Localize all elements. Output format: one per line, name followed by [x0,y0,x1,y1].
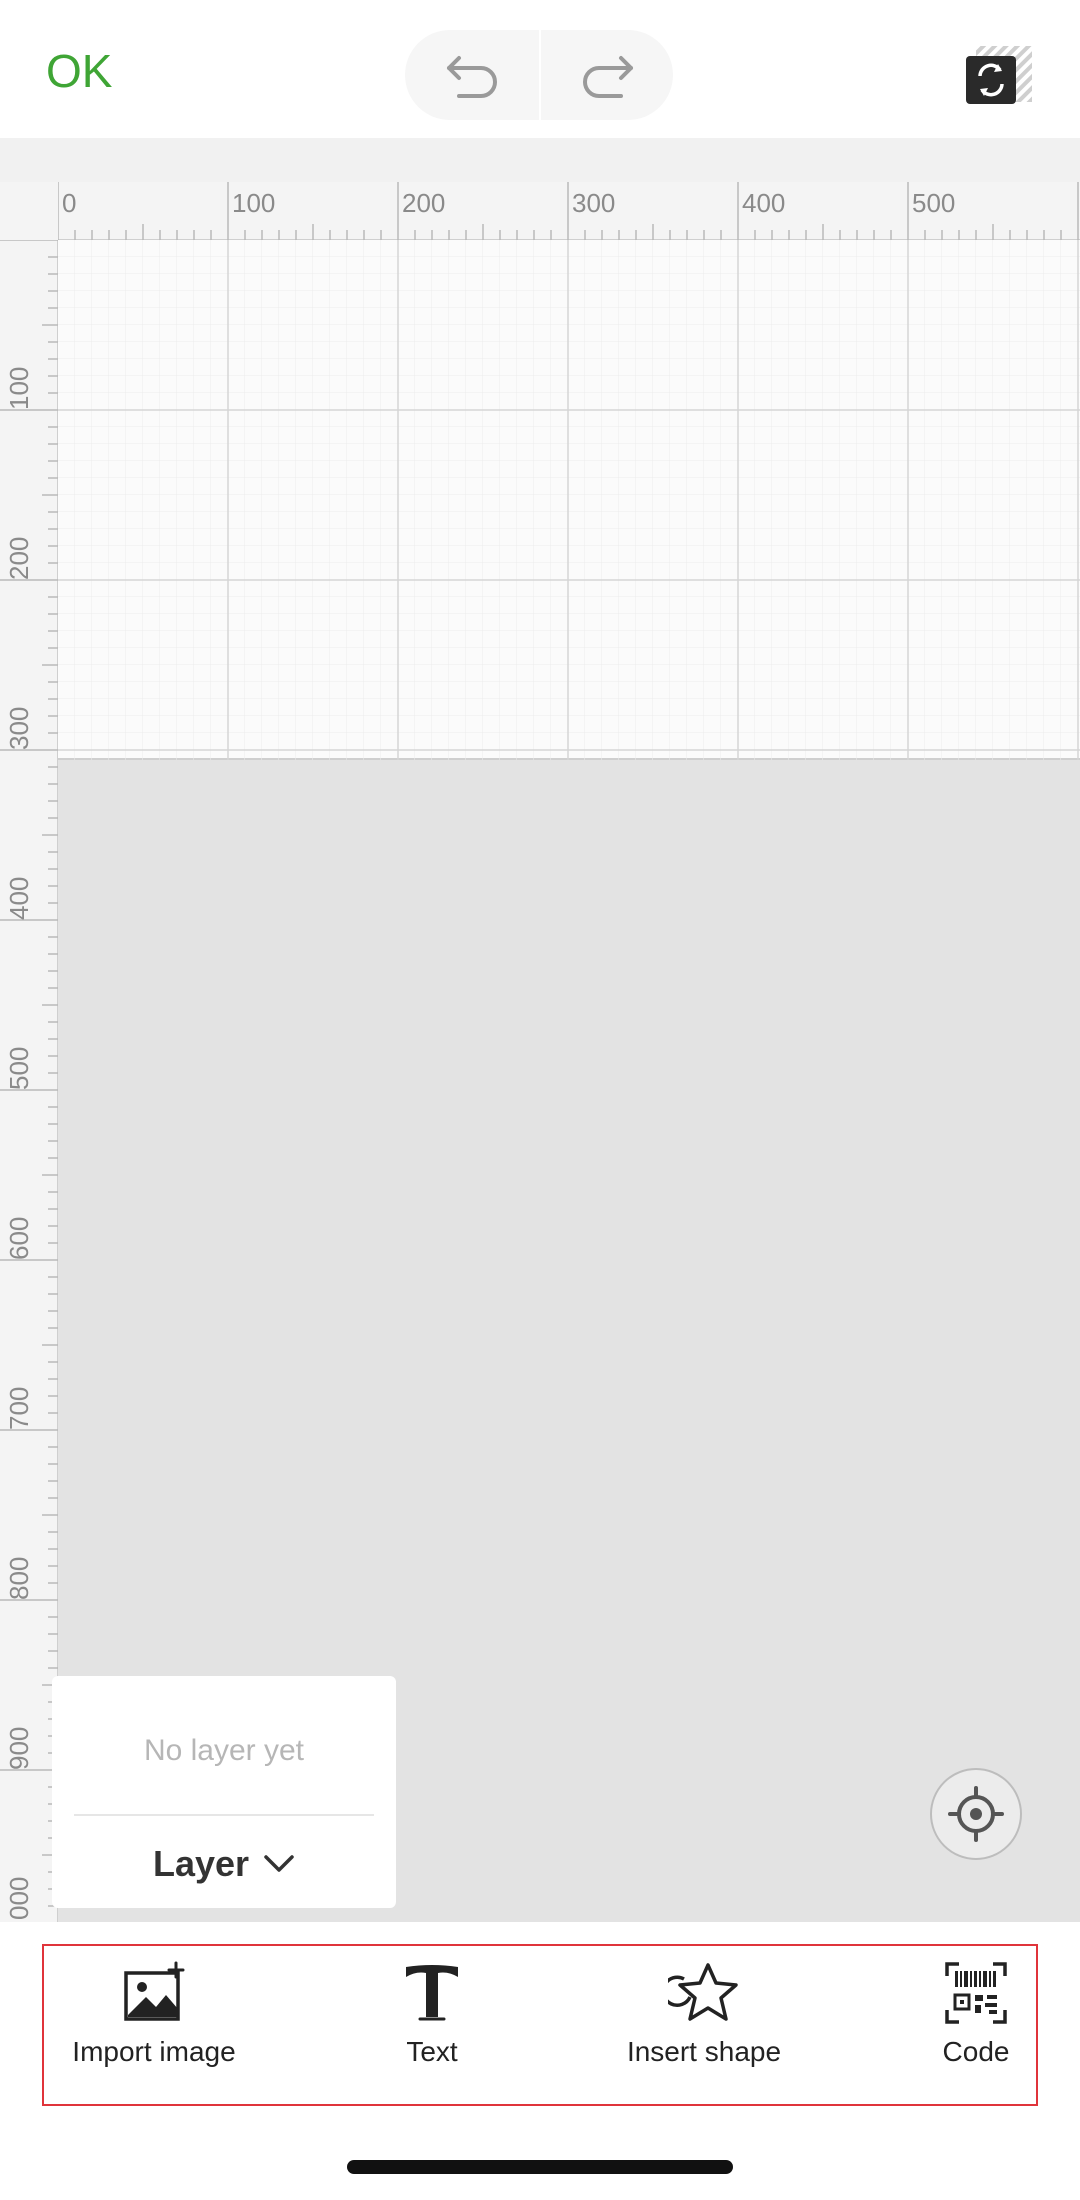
barcode-qr-icon [945,1958,1007,2028]
ruler-left-label: 800 [4,1556,34,1600]
layer-toggle-button[interactable]: Layer [52,1836,396,1892]
undo-redo-group [405,30,673,120]
chevron-down-icon [264,1855,294,1872]
undo-button[interactable] [405,30,539,120]
ruler-corner [0,182,58,240]
import-image-button[interactable]: Import image [62,1958,246,2088]
grid-lines [58,240,1080,760]
layer-toggle-label: Layer [152,1843,250,1884]
ruler-left-label: 700 [4,1386,34,1430]
layer-panel: No layer yet Layer [52,1676,396,1908]
ruler-left-label: 500 [4,1046,34,1090]
locate-button[interactable] [930,1768,1022,1860]
text-button[interactable]: Text [372,1958,492,2088]
ok-button[interactable]: OK [46,44,112,98]
redo-button[interactable] [541,30,675,120]
code-label: Code [942,2036,1010,2067]
text-label: Text [406,2036,458,2067]
print-area-grid[interactable] [58,240,1080,760]
ruler-left-label: 000 [4,1876,34,1920]
home-indicator [347,2160,733,2174]
insert-shape-button[interactable]: Insert shape [612,1958,796,2088]
ruler-left-label: 100 [4,366,34,410]
left-ruler: 0 100 200 300 400 500 600 700 800 900 00… [0,182,58,1922]
toolbar-separator-band [0,138,1080,182]
text-icon [400,1958,464,2028]
ruler-top-label: 300 [572,188,616,218]
flip-canvas-icon [966,46,1032,104]
ruler-left-label: 300 [4,706,34,750]
code-button[interactable]: Code [926,1958,1026,2088]
redo-arrow-icon [583,56,633,98]
ruler-top-label: 500 [912,188,956,218]
ruler-top-label: 400 [742,188,786,218]
ruler-top-label: 100 [232,188,276,218]
ruler-left-label: 400 [4,876,34,920]
no-layer-text: No layer yet [143,1734,305,1767]
ruler-top-label: 0 [62,188,77,218]
layer-divider [74,1814,374,1816]
ruler-top-label: 200 [402,188,446,218]
ruler-left-label: 200 [4,536,34,580]
flip-canvas-button[interactable] [960,44,1036,108]
ruler-left-label: 600 [4,1216,34,1260]
import-image-icon [122,1958,186,2028]
undo-arrow-icon [447,56,497,98]
ruler-left-label: 900 [4,1726,34,1770]
insert-shape-label: Insert shape [626,2036,782,2067]
import-image-label: Import image [72,2036,236,2067]
star-shape-icon [668,1958,740,2028]
top-bar: OK [0,0,1080,138]
locate-crosshair-icon [948,1786,1004,1842]
top-ruler: 0 100 200 300 400 500 [0,182,1080,240]
